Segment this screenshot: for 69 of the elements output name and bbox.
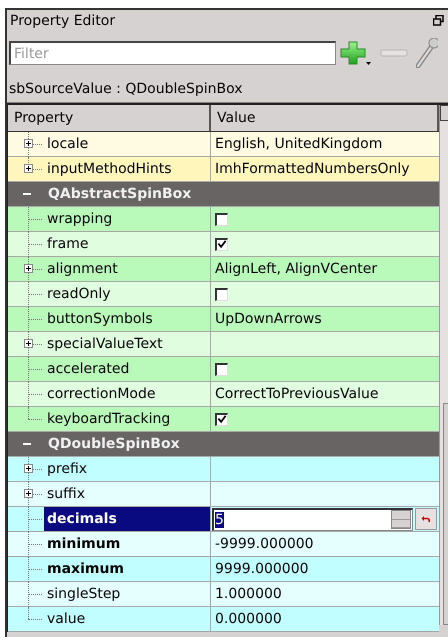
- checkbox[interactable]: [215, 288, 228, 300]
- expand-icon[interactable]: [24, 164, 33, 173]
- property-name: readOnly: [46, 285, 112, 304]
- property-value: -9999.000000: [215, 536, 314, 552]
- property-row[interactable]: frame: [8, 232, 439, 257]
- property-value: AlignLeft, AlignVCenter: [215, 261, 378, 277]
- property-name: value: [46, 610, 86, 629]
- property-row[interactable]: alignment AlignLeft, AlignVCenter: [8, 257, 439, 282]
- property-value: English, UnitedKingdom: [215, 136, 382, 152]
- property-row[interactable]: readOnly: [8, 282, 439, 307]
- property-row[interactable]: wrapping: [8, 207, 439, 232]
- spin-box[interactable]: 5: [212, 508, 413, 530]
- checkbox[interactable]: [215, 412, 228, 426]
- property-value: 9999.000000: [215, 561, 309, 577]
- window-title: Property Editor: [10, 12, 116, 28]
- property-name: minimum: [46, 535, 122, 554]
- property-name: frame: [46, 235, 90, 254]
- expand-icon[interactable]: [24, 489, 33, 498]
- property-row[interactable]: value 0.000000: [8, 607, 439, 632]
- property-row[interactable]: keyboardTracking: [8, 407, 439, 432]
- property-row[interactable]: minimum -9999.000000: [8, 532, 439, 557]
- property-name: correctionMode: [46, 385, 156, 404]
- property-row[interactable]: maximum 9999.000000: [8, 557, 439, 582]
- property-row[interactable]: buttonSymbols UpDownArrows: [8, 307, 439, 332]
- property-name: alignment: [46, 260, 119, 279]
- group-title: QAbstractSpinBox: [48, 186, 192, 202]
- property-name: decimals: [44, 507, 210, 531]
- group-title: QDoubleSpinBox: [48, 436, 180, 452]
- property-name: accelerated: [46, 360, 130, 379]
- property-name: specialValueText: [46, 335, 164, 354]
- property-row[interactable]: prefix: [8, 457, 439, 482]
- property-value: 1.000000: [215, 586, 282, 602]
- expand-icon[interactable]: [24, 464, 33, 473]
- property-row[interactable]: correctionMode CorrectToPreviousValue: [8, 382, 439, 407]
- property-name: keyboardTracking: [46, 410, 172, 429]
- property-name: buttonSymbols: [46, 310, 154, 329]
- expand-icon[interactable]: [24, 264, 33, 273]
- filter-field[interactable]: Filter: [9, 41, 336, 65]
- property-row[interactable]: singleStep 1.000000: [8, 582, 439, 607]
- checkbox[interactable]: [215, 362, 228, 376]
- wrench-icon[interactable]: [416, 38, 438, 68]
- property-name: maximum: [46, 560, 126, 579]
- property-row[interactable]: specialValueText: [8, 332, 439, 357]
- checkbox[interactable]: [215, 212, 228, 226]
- property-value: UpDownArrows: [215, 311, 322, 327]
- undo-arrow-icon: [421, 514, 431, 524]
- expand-icon[interactable]: [24, 339, 33, 348]
- checkbox[interactable]: [215, 238, 228, 250]
- property-name: locale: [46, 135, 90, 154]
- property-row[interactable]: decimals 5: [8, 507, 439, 532]
- property-value: ImhFormattedNumbersOnly: [215, 161, 410, 177]
- group-header[interactable]: QDoubleSpinBox: [8, 432, 439, 457]
- property-name: singleStep: [46, 585, 122, 604]
- add-icon[interactable]: [340, 40, 372, 66]
- float-icon[interactable]: [433, 15, 444, 26]
- group-header[interactable]: QAbstractSpinBox: [8, 182, 439, 207]
- expand-icon[interactable]: [24, 139, 33, 148]
- property-value: CorrectToPreviousValue: [215, 386, 378, 402]
- property-row[interactable]: locale English, UnitedKingdom: [8, 132, 439, 157]
- property-name: prefix: [46, 460, 88, 479]
- property-row[interactable]: inputMethodHints ImhFormattedNumbersOnly: [8, 157, 439, 182]
- property-row[interactable]: suffix: [8, 482, 439, 507]
- property-value: 0.000000: [215, 611, 282, 627]
- property-row[interactable]: accelerated: [8, 357, 439, 382]
- property-name: wrapping: [46, 210, 114, 229]
- property-name: inputMethodHints: [46, 160, 173, 179]
- object-label: sbSourceValue : QDoubleSpinBox: [7, 75, 448, 103]
- reset-button[interactable]: [415, 508, 437, 530]
- property-name: suffix: [46, 485, 86, 504]
